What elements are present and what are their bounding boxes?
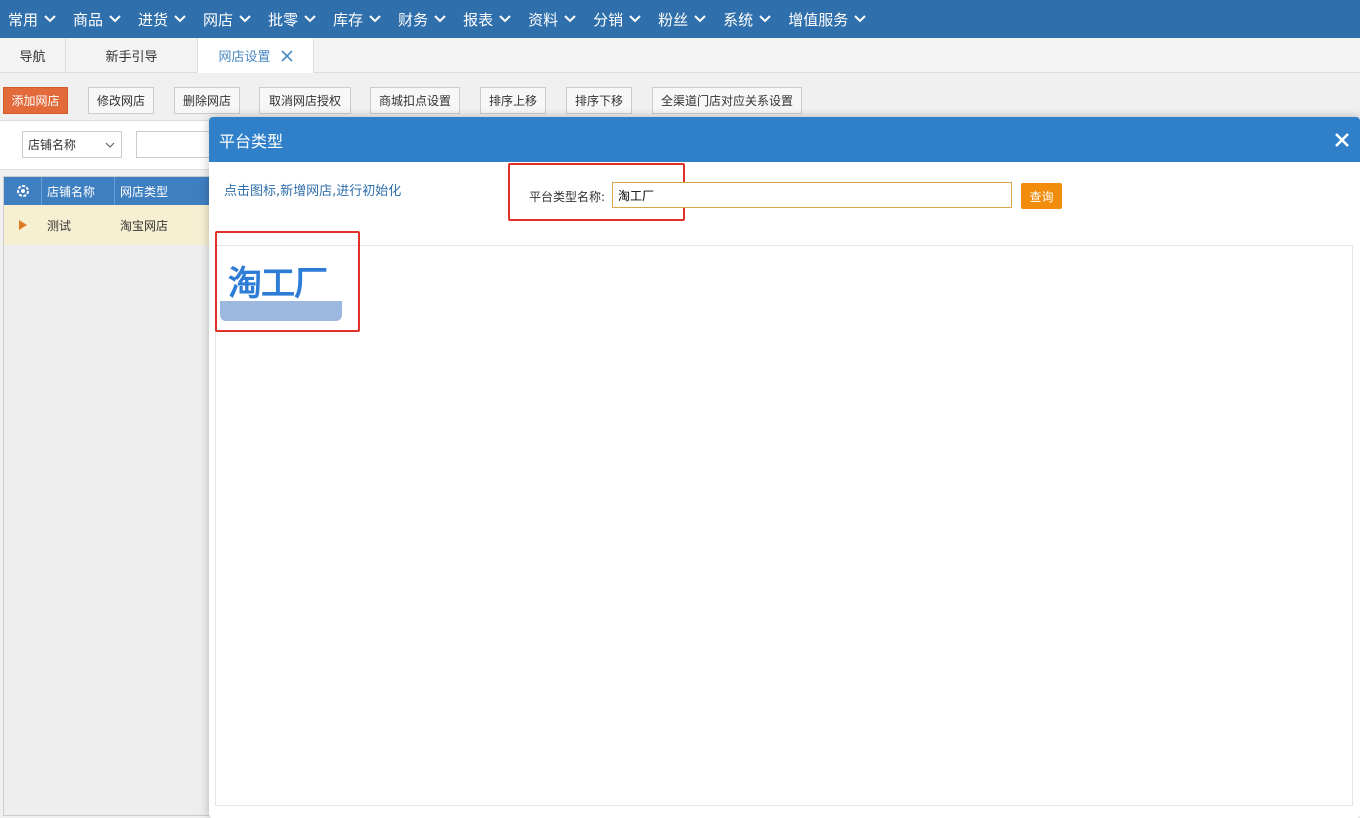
column-store-name[interactable]: 店铺名称	[42, 177, 115, 205]
menu-value-added[interactable]: 增值服务	[780, 0, 875, 38]
chevron-down-icon	[174, 15, 186, 23]
platform-type-dialog: 平台类型 点击图标,新增网店,进行初始化 平台类型名称: 查询 淘工厂	[209, 117, 1360, 818]
chevron-down-icon	[369, 15, 381, 23]
chevron-down-icon	[44, 15, 56, 23]
menu-label: 分销	[593, 10, 624, 29]
menu-label: 系统	[723, 10, 754, 29]
store-grid: 店铺名称 网店类型 测试 淘宝网店	[3, 176, 224, 816]
chevron-down-icon	[694, 15, 706, 23]
menu-label: 网店	[203, 10, 234, 29]
menu-inventory[interactable]: 库存	[325, 0, 390, 38]
chevron-down-icon	[304, 15, 316, 23]
cancel-auth-button[interactable]: 取消网店授权	[259, 87, 351, 114]
column-store-type[interactable]: 网店类型	[115, 177, 224, 205]
edit-store-button[interactable]: 修改网店	[88, 87, 154, 114]
chevron-down-icon	[105, 142, 115, 148]
field-select[interactable]: 店铺名称	[22, 131, 122, 158]
add-store-button[interactable]: 添加网店	[3, 87, 68, 114]
menu-label: 粉丝	[658, 10, 689, 29]
menu-label: 批零	[268, 10, 299, 29]
chevron-down-icon	[759, 15, 771, 23]
platform-name-input[interactable]	[612, 182, 1012, 208]
menu-label: 商品	[73, 10, 104, 29]
tab-label: 网店设置	[218, 50, 271, 65]
menu-distribution[interactable]: 分销	[585, 0, 650, 38]
mall-deduct-button[interactable]: 商城扣点设置	[370, 87, 460, 114]
menu-data[interactable]: 资料	[520, 0, 585, 38]
menu-label: 库存	[333, 10, 364, 29]
menu-goods[interactable]: 商品	[65, 0, 130, 38]
platform-logo[interactable]: 淘工厂	[220, 250, 342, 321]
grid-header: 店铺名称 网店类型	[4, 177, 224, 205]
chevron-down-icon	[239, 15, 251, 23]
menu-label: 进货	[138, 10, 169, 29]
menu-common[interactable]: 常用	[0, 0, 65, 38]
platform-name-label: 平台类型名称:	[529, 190, 606, 204]
move-down-button[interactable]: 排序下移	[566, 87, 632, 114]
field-select-value: 店铺名称	[28, 138, 77, 152]
menu-reports[interactable]: 报表	[455, 0, 520, 38]
move-up-button[interactable]: 排序上移	[480, 87, 546, 114]
chevron-down-icon	[434, 15, 446, 23]
menu-finance[interactable]: 财务	[390, 0, 455, 38]
chevron-down-icon	[109, 15, 121, 23]
platform-logo-text: 淘工厂	[228, 264, 328, 304]
platform-logo-item[interactable]: 淘工厂	[215, 231, 360, 332]
logo-bar	[220, 301, 342, 321]
menu-system[interactable]: 系统	[715, 0, 780, 38]
menu-label: 报表	[463, 10, 494, 29]
tab-store-settings[interactable]: 网店设置	[198, 38, 314, 73]
query-button[interactable]: 查询	[1021, 183, 1062, 209]
menu-store[interactable]: 网店	[195, 0, 260, 38]
tab-navigation[interactable]: 导航	[0, 38, 66, 73]
close-icon[interactable]	[280, 49, 293, 62]
tab-label: 新手引导	[105, 50, 158, 65]
dialog-header: 平台类型	[209, 117, 1360, 162]
tab-label: 导航	[19, 50, 46, 65]
row-indicator-icon	[4, 205, 42, 245]
top-menubar: 常用 商品 进货 网店 批零 库存 财务 报表 资料 分销 粉丝 系统 增值服务	[0, 0, 1360, 38]
menu-fans[interactable]: 粉丝	[650, 0, 715, 38]
toolbar: 添加网店 修改网店 删除网店 取消网店授权 商城扣点设置 排序上移 排序下移 全…	[0, 74, 1360, 120]
menu-label: 增值服务	[788, 10, 849, 29]
platform-list	[215, 245, 1353, 806]
table-row[interactable]: 测试 淘宝网店	[4, 205, 224, 245]
channel-store-button[interactable]: 全渠道门店对应关系设置	[652, 87, 802, 114]
dialog-hint: 点击图标,新增网店,进行初始化	[224, 184, 402, 199]
menu-purchase[interactable]: 进货	[130, 0, 195, 38]
gear-icon[interactable]	[4, 177, 42, 205]
chevron-down-icon	[564, 15, 576, 23]
delete-store-button[interactable]: 删除网店	[174, 87, 240, 114]
chevron-down-icon	[499, 15, 511, 23]
menu-label: 常用	[8, 10, 39, 29]
close-icon[interactable]	[1334, 132, 1350, 148]
dialog-title: 平台类型	[219, 131, 284, 151]
tab-bar: 导航 新手引导 网店设置	[0, 38, 1360, 73]
menu-label: 资料	[528, 10, 559, 29]
menu-label: 财务	[398, 10, 429, 29]
chevron-down-icon	[854, 15, 866, 23]
chevron-down-icon	[629, 15, 641, 23]
tab-beginner-guide[interactable]: 新手引导	[66, 38, 198, 73]
cell-store-type: 淘宝网店	[120, 218, 169, 233]
menu-wholesale[interactable]: 批零	[260, 0, 325, 38]
cell-store-name: 测试	[47, 218, 72, 233]
